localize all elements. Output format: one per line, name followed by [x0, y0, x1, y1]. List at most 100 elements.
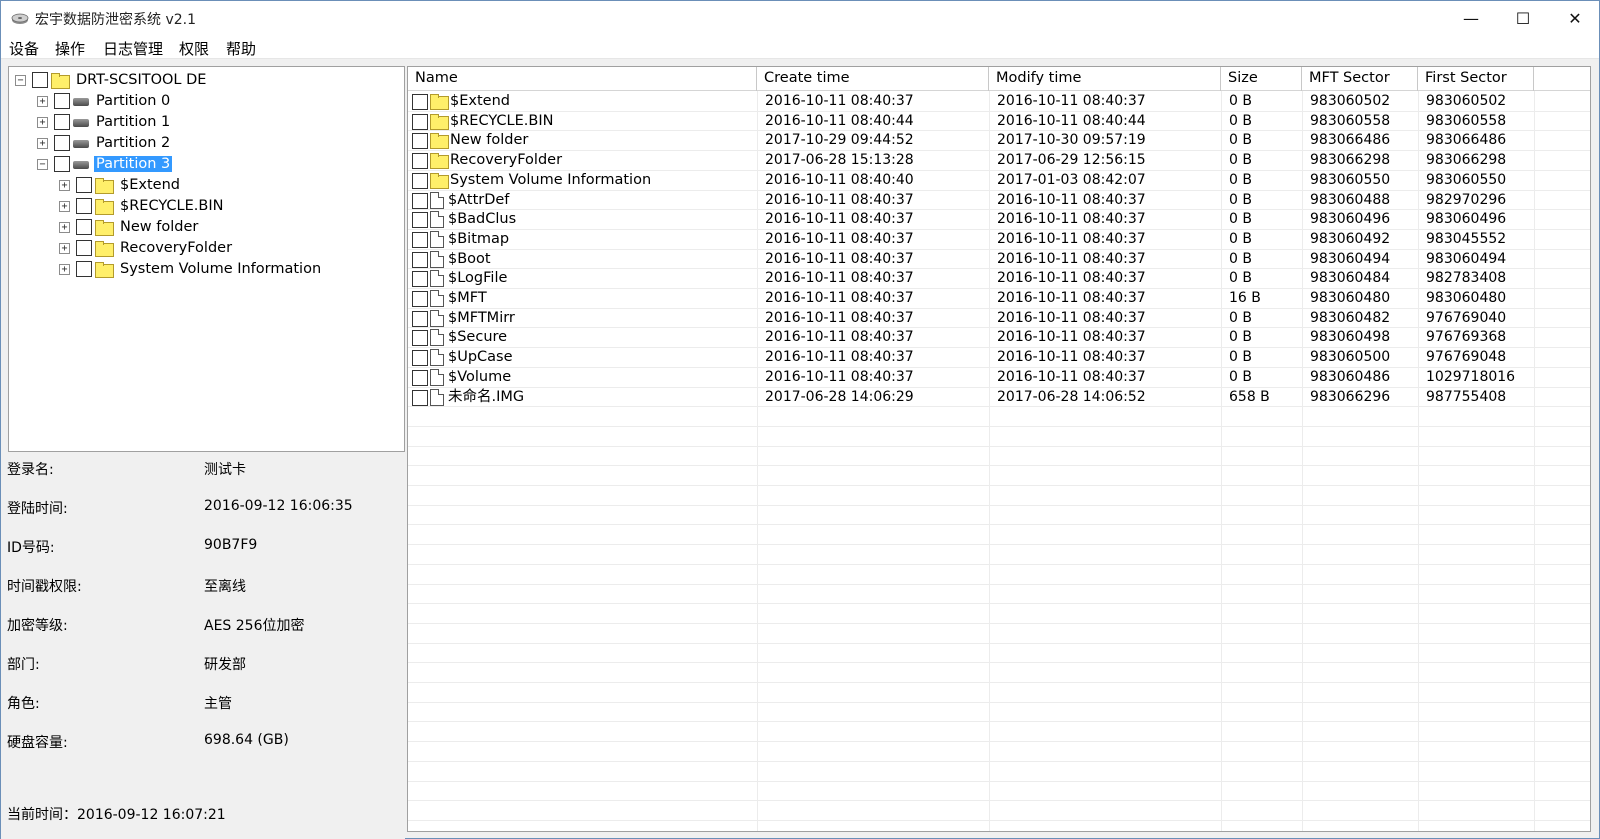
- file-row[interactable]: RecoveryFolder 2017-06-28 15:13:28 2017-06…: [408, 150, 1590, 170]
- tree-node-partition-0[interactable]: + Partition 0: [37, 91, 172, 111]
- file-list[interactable]: Name Create time Modify time Size MFT Se…: [407, 66, 1591, 832]
- grid-row-line: [408, 446, 1590, 447]
- cell-name: $MFTMirr: [412, 309, 515, 328]
- file-row[interactable]: $Volume 2016-10-11 08:40:37 2016-10-11 08:…: [408, 367, 1590, 387]
- row-checkbox[interactable]: [412, 192, 428, 209]
- column-header-size[interactable]: Size: [1221, 67, 1302, 91]
- row-checkbox[interactable]: [412, 270, 428, 287]
- row-checkbox[interactable]: [412, 93, 428, 110]
- device-tree[interactable]: − DRT-SCSITOOL DE + Partition 0 + Partit…: [8, 66, 405, 452]
- row-checkbox[interactable]: [412, 211, 428, 228]
- row-checkbox[interactable]: [412, 290, 428, 307]
- row-checkbox[interactable]: [412, 329, 428, 346]
- tree-node-extend[interactable]: + $Extend: [59, 175, 182, 195]
- file-row[interactable]: $Boot 2016-10-11 08:40:37 2016-10-11 08:40…: [408, 249, 1590, 269]
- menu-help[interactable]: 帮助: [226, 38, 256, 59]
- cell-create-time: 2017-06-28 15:13:28: [765, 152, 914, 168]
- tree-node-recovery-folder[interactable]: + RecoveryFolder: [59, 238, 234, 258]
- grid-row-line: [408, 584, 1590, 585]
- expand-icon[interactable]: +: [59, 179, 70, 191]
- tree-checkbox[interactable]: [76, 219, 92, 235]
- row-checkbox[interactable]: [412, 152, 428, 169]
- row-checkbox[interactable]: [412, 389, 428, 406]
- file-row[interactable]: 未命名.IMG 2017-06-28 14:06:29 2017-06-28 14:…: [408, 387, 1590, 407]
- tree-node-system-volume[interactable]: + System Volume Information: [59, 259, 323, 279]
- tree-node-new-folder[interactable]: + New folder: [59, 217, 200, 237]
- tree-node-label: RecoveryFolder: [120, 240, 233, 256]
- tree-node-recycle-bin[interactable]: + $RECYCLE.BIN: [59, 196, 225, 216]
- file-row[interactable]: $RECYCLE.BIN 2016-10-11 08:40:44 2016-10-1…: [408, 111, 1590, 131]
- tree-node-partition-1[interactable]: + Partition 1: [37, 112, 172, 132]
- collapse-icon[interactable]: −: [15, 74, 26, 86]
- file-row[interactable]: $BadClus 2016-10-11 08:40:37 2016-10-11 08…: [408, 209, 1590, 229]
- tree-node-partition-2[interactable]: + Partition 2: [37, 133, 172, 153]
- cell-name: $Secure: [412, 328, 507, 347]
- row-checkbox[interactable]: [412, 369, 428, 386]
- tree-node-root[interactable]: − DRT-SCSITOOL DE: [15, 70, 208, 90]
- file-row[interactable]: $UpCase 2016-10-11 08:40:37 2016-10-11 08:…: [408, 347, 1590, 367]
- file-row[interactable]: $LogFile 2016-10-11 08:40:37 2016-10-11 08…: [408, 268, 1590, 288]
- row-checkbox[interactable]: [412, 231, 428, 248]
- menu-device[interactable]: 设备: [9, 38, 39, 59]
- file-name: $Bitmap: [448, 231, 510, 247]
- tree-checkbox[interactable]: [54, 135, 70, 151]
- cell-first-sector: 983060502: [1426, 93, 1507, 109]
- minimize-button[interactable]: —: [1445, 1, 1497, 35]
- row-checkbox[interactable]: [412, 132, 428, 149]
- expand-icon[interactable]: +: [37, 137, 48, 149]
- row-checkbox[interactable]: [412, 349, 428, 366]
- collapse-icon[interactable]: −: [37, 158, 48, 170]
- folder-icon: [430, 153, 449, 169]
- column-header-first-sector[interactable]: First Sector: [1418, 67, 1534, 91]
- file-row[interactable]: $Secure 2016-10-11 08:40:37 2016-10-11 08:…: [408, 327, 1590, 347]
- cell-create-time: 2016-10-11 08:40:37: [765, 369, 914, 385]
- info-label-department: 部门:: [7, 657, 40, 673]
- row-checkbox[interactable]: [412, 310, 428, 327]
- file-row[interactable]: $MFT 2016-10-11 08:40:37 2016-10-11 08:40:…: [408, 288, 1590, 308]
- file-row[interactable]: $MFTMirr 2016-10-11 08:40:37 2016-10-11 08…: [408, 308, 1590, 328]
- column-header-create-time[interactable]: Create time: [757, 67, 989, 91]
- cell-first-sector: 976769368: [1426, 329, 1507, 345]
- tree-node-partition-3[interactable]: − Partition 3: [37, 154, 173, 174]
- expand-icon[interactable]: +: [59, 221, 70, 233]
- column-header-mft-sector[interactable]: MFT Sector: [1302, 67, 1418, 91]
- drive-icon: [73, 98, 89, 106]
- row-checkbox[interactable]: [412, 172, 428, 189]
- cell-create-time: 2017-06-28 14:06:29: [765, 389, 914, 405]
- file-row[interactable]: $AttrDef 2016-10-11 08:40:37 2016-10-11 08…: [408, 190, 1590, 210]
- tree-checkbox[interactable]: [54, 114, 70, 130]
- grid-row-line: [408, 761, 1590, 762]
- tree-checkbox[interactable]: [76, 261, 92, 277]
- expand-icon[interactable]: +: [59, 200, 70, 212]
- expand-icon[interactable]: +: [37, 116, 48, 128]
- close-button[interactable]: ✕: [1549, 1, 1600, 35]
- tree-checkbox[interactable]: [76, 240, 92, 256]
- file-row[interactable]: System Volume Information 2016-10-11 08:4…: [408, 170, 1590, 190]
- menu-log-management[interactable]: 日志管理: [103, 38, 163, 59]
- expand-icon[interactable]: +: [59, 242, 70, 254]
- file-name: RecoveryFolder: [450, 152, 563, 168]
- expand-icon[interactable]: +: [59, 263, 70, 275]
- maximize-button[interactable]: ☐: [1497, 1, 1549, 35]
- expand-icon[interactable]: +: [37, 95, 48, 107]
- close-icon: ✕: [1568, 8, 1582, 28]
- row-checkbox[interactable]: [412, 251, 428, 268]
- cell-modify-time: 2017-06-28 14:06:52: [997, 389, 1146, 405]
- cell-first-sector: 1029718016: [1426, 369, 1516, 385]
- column-header-modify-time[interactable]: Modify time: [989, 67, 1221, 91]
- tree-checkbox[interactable]: [76, 177, 92, 193]
- folder-icon: [95, 177, 114, 194]
- cell-name: New folder: [412, 131, 528, 150]
- row-checkbox[interactable]: [412, 113, 428, 130]
- tree-checkbox[interactable]: [54, 93, 70, 109]
- file-row[interactable]: $Bitmap 2016-10-11 08:40:37 2016-10-11 08:…: [408, 229, 1590, 249]
- tree-checkbox[interactable]: [54, 156, 70, 172]
- column-header-name[interactable]: Name: [408, 67, 757, 91]
- cell-modify-time: 2017-10-30 09:57:19: [997, 132, 1146, 148]
- tree-checkbox[interactable]: [32, 72, 48, 88]
- menu-operation[interactable]: 操作: [55, 38, 85, 59]
- file-row[interactable]: $Extend 2016-10-11 08:40:37 2016-10-11 08:…: [408, 91, 1590, 111]
- menu-permissions[interactable]: 权限: [179, 38, 209, 59]
- tree-checkbox[interactable]: [76, 198, 92, 214]
- file-row[interactable]: New folder 2017-10-29 09:44:52 2017-10-30 …: [408, 130, 1590, 150]
